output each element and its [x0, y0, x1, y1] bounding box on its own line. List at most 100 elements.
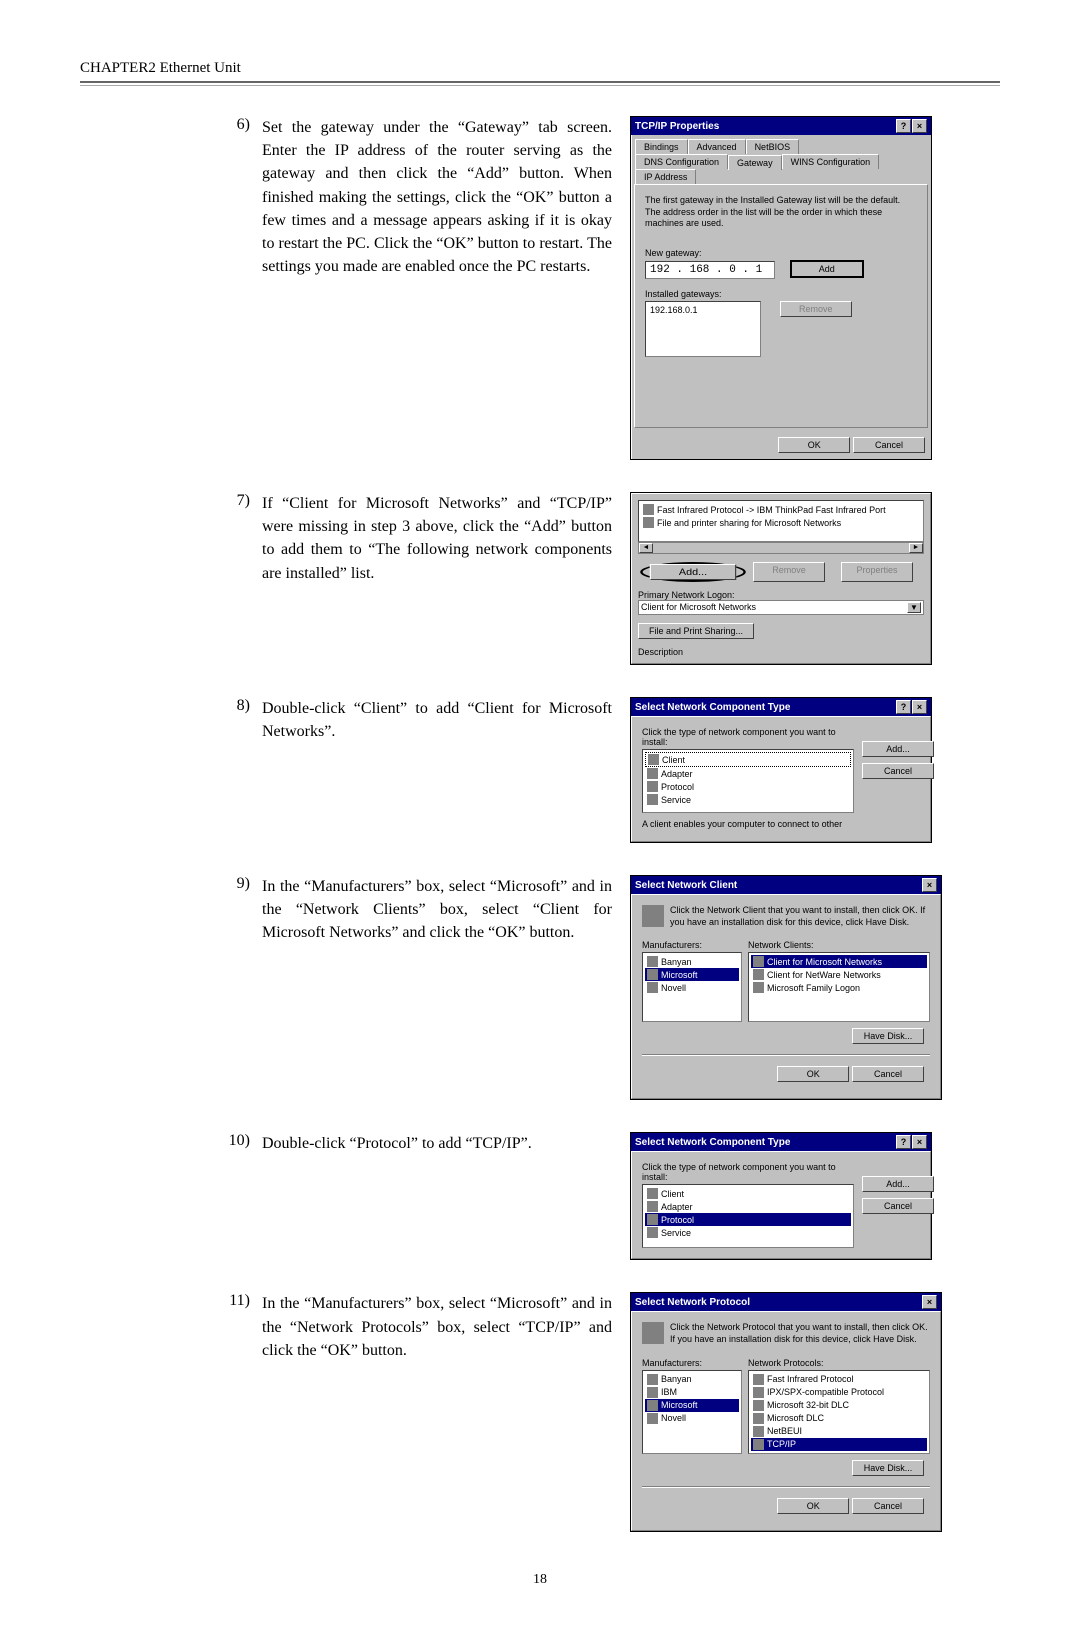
header-rule	[80, 81, 1000, 86]
select-network-client-dialog: Select Network Client × Click the Networ…	[630, 875, 942, 1100]
snc-titlebar: Select Network Client ×	[631, 876, 941, 894]
tab-bindings[interactable]: Bindings	[635, 139, 688, 154]
type-client[interactable]: Client	[645, 752, 851, 767]
snc-prompt: Click the Network Client that you want t…	[670, 905, 930, 928]
add-highlight-ellipse: Add...	[640, 562, 746, 582]
sct2-prompt: Click the type of network component you …	[642, 1162, 854, 1182]
chevron-down-icon[interactable]: ▼	[907, 602, 921, 613]
sct2-add-button[interactable]: Add...	[862, 1176, 934, 1192]
type-service[interactable]: Service	[645, 793, 851, 806]
new-gateway-label: New gateway:	[645, 248, 917, 258]
close-icon[interactable]: ×	[922, 878, 937, 892]
tcpip-titlebar: TCP/IP Properties ? ×	[631, 117, 931, 135]
help-icon[interactable]: ?	[896, 700, 911, 714]
new-gateway-input[interactable]: 192 . 168 . 0 . 1	[645, 261, 775, 279]
client-familylogon[interactable]: Microsoft Family Logon	[751, 981, 927, 994]
tcpip-ok-button[interactable]: OK	[778, 437, 850, 453]
proto-tcpip[interactable]: TCP/IP	[751, 1438, 927, 1451]
type2-service[interactable]: Service	[645, 1226, 851, 1239]
sct2-titlebar: Select Network Component Type ?×	[631, 1133, 931, 1151]
snp-cancel-button[interactable]: Cancel	[852, 1498, 924, 1514]
mfg-icon	[647, 956, 658, 967]
service-icon	[647, 794, 658, 805]
sct-add-button[interactable]: Add...	[862, 741, 934, 757]
protocol-icon	[647, 781, 658, 792]
snp-titlebar: Select Network Protocol ×	[631, 1293, 941, 1311]
file-print-sharing-button[interactable]: File and Print Sharing...	[638, 623, 754, 639]
close-icon[interactable]: ×	[912, 119, 927, 133]
tcpip-title: TCP/IP Properties	[635, 121, 719, 132]
installed-gw-item[interactable]: 192.168.0.1	[648, 304, 758, 316]
step-8-text: Double-click “Client” to add “Client for…	[262, 697, 630, 743]
client-netware[interactable]: Client for NetWare Networks	[751, 968, 927, 981]
primary-logon-combo[interactable]: Client for Microsoft Networks ▼	[638, 600, 924, 615]
step-10-num: 10)	[80, 1132, 262, 1150]
network-add-button[interactable]: Add...	[650, 564, 736, 580]
network-properties-button[interactable]: Properties	[841, 562, 913, 582]
component-fastir[interactable]: Fast Infrared Protocol -> IBM ThinkPad F…	[641, 503, 921, 516]
step-9-num: 9)	[80, 875, 262, 893]
tab-advanced[interactable]: Advanced	[688, 139, 746, 154]
mfg-novell[interactable]: Novell	[645, 981, 739, 994]
network-remove-button[interactable]: Remove	[753, 562, 825, 582]
tcpip-cancel-button[interactable]: Cancel	[853, 437, 925, 453]
mfg2-banyan[interactable]: Banyan	[645, 1373, 739, 1386]
mfg-icon	[647, 969, 658, 980]
protocol-icon	[643, 504, 654, 515]
tab-ipaddress[interactable]: IP Address	[635, 169, 696, 184]
mfg2-ibm[interactable]: IBM	[645, 1386, 739, 1399]
select-component-type-dialog: Select Network Component Type ?× Click t…	[630, 697, 932, 843]
sct-titlebar: Select Network Component Type ?×	[631, 698, 931, 716]
help-icon[interactable]: ?	[896, 119, 911, 133]
snc-cancel-button[interactable]: Cancel	[852, 1066, 924, 1082]
sct-cancel-button[interactable]: Cancel	[862, 763, 934, 779]
step-10-row: 10) Double-click “Protocol” to add “TCP/…	[80, 1132, 1000, 1260]
mfg-microsoft[interactable]: Microsoft	[645, 968, 739, 981]
snp-ok-button[interactable]: OK	[777, 1498, 849, 1514]
gateway-add-button[interactable]: Add	[790, 260, 864, 278]
proto-dlc[interactable]: Microsoft DLC	[751, 1412, 927, 1425]
proto-fastir[interactable]: Fast Infrared Protocol	[751, 1373, 927, 1386]
proto-label: Network Protocols:	[748, 1358, 930, 1368]
service-icon	[643, 517, 654, 528]
close-icon[interactable]: ×	[922, 1295, 937, 1309]
proto-netbeui[interactable]: NetBEUI	[751, 1425, 927, 1438]
protocol-icon	[753, 1426, 764, 1437]
mfg-icon	[647, 982, 658, 993]
close-icon[interactable]: ×	[912, 700, 927, 714]
tab-netbios[interactable]: NetBIOS	[746, 139, 800, 154]
client-icon	[753, 969, 764, 980]
client-icon	[648, 754, 659, 765]
proto-32dlc[interactable]: Microsoft 32-bit DLC	[751, 1399, 927, 1412]
tab-dns[interactable]: DNS Configuration	[635, 154, 728, 169]
scroll-left-icon[interactable]: ◄	[639, 543, 653, 553]
proto-ipxspx[interactable]: IPX/SPX-compatible Protocol	[751, 1386, 927, 1399]
component-fileprint[interactable]: File and printer sharing for Microsoft N…	[641, 516, 921, 529]
step-10-text: Double-click “Protocol” to add “TCP/IP”.	[262, 1132, 630, 1155]
have-disk-button[interactable]: Have Disk...	[852, 1028, 924, 1044]
help-icon[interactable]: ?	[896, 1135, 911, 1149]
gateway-remove-button[interactable]: Remove	[780, 301, 852, 317]
close-icon[interactable]: ×	[912, 1135, 927, 1149]
protocol-icon	[647, 1214, 658, 1225]
sct2-cancel-button[interactable]: Cancel	[862, 1198, 934, 1214]
type2-client[interactable]: Client	[645, 1187, 851, 1200]
scroll-right-icon[interactable]: ►	[909, 543, 923, 553]
scrollbar[interactable]: ◄►	[638, 542, 924, 554]
tab-gateway[interactable]: Gateway	[728, 155, 782, 170]
client-msnetworks[interactable]: Client for Microsoft Networks	[751, 955, 927, 968]
type-adapter[interactable]: Adapter	[645, 767, 851, 780]
type-protocol[interactable]: Protocol	[645, 780, 851, 793]
have-disk-button-2[interactable]: Have Disk...	[852, 1460, 924, 1476]
snc-ok-button[interactable]: OK	[777, 1066, 849, 1082]
mfg2-microsoft[interactable]: Microsoft	[645, 1399, 739, 1412]
tab-wins[interactable]: WINS Configuration	[782, 154, 880, 169]
mfg2-novell[interactable]: Novell	[645, 1412, 739, 1425]
step-11-row: 11) In the “Manufacturers” box, select “…	[80, 1292, 1000, 1531]
type2-protocol[interactable]: Protocol	[645, 1213, 851, 1226]
step-6-num: 6)	[80, 116, 262, 134]
step-11-text: In the “Manufacturers” box, select “Micr…	[262, 1292, 630, 1362]
mfg-icon	[647, 1413, 658, 1424]
type2-adapter[interactable]: Adapter	[645, 1200, 851, 1213]
mfg-banyan[interactable]: Banyan	[645, 955, 739, 968]
